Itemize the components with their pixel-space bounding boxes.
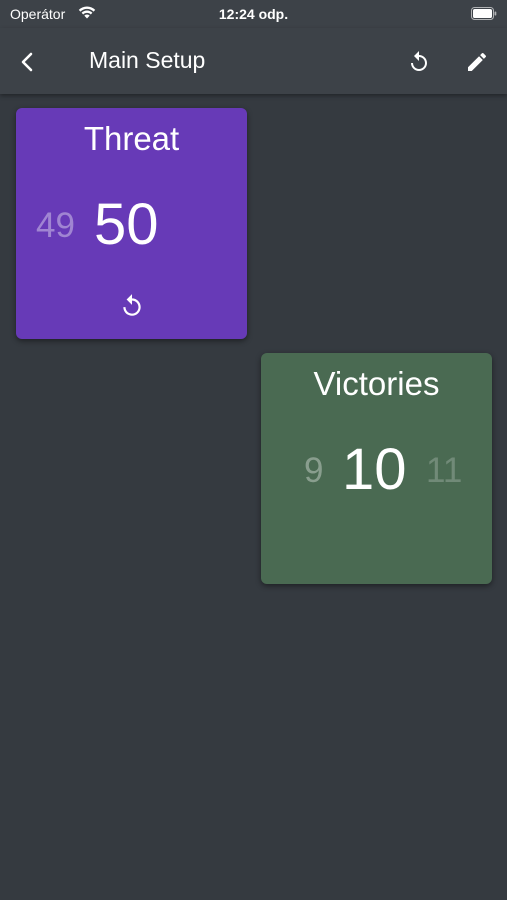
- counter-value[interactable]: 10: [342, 436, 407, 503]
- victories-counter-card: Victories 9 10 11: [261, 353, 492, 584]
- threat-counter-card: Threat 49 50: [16, 108, 247, 339]
- counter-title: Victories: [313, 365, 440, 402]
- screen: Operátor 12:24 odp. Main Setup Threat 49…: [0, 0, 507, 900]
- reset-icon: [123, 294, 141, 316]
- counter-title: Threat: [83, 120, 180, 157]
- app-bar: Main Setup: [0, 28, 507, 94]
- page-title: Main Setup: [89, 47, 206, 73]
- counter-value[interactable]: 50: [94, 191, 159, 258]
- increment-value[interactable]: 11: [426, 451, 462, 491]
- edit-button[interactable]: [459, 44, 495, 80]
- clock-label: 12:24 odp.: [218, 6, 289, 22]
- pencil-icon: [468, 52, 487, 71]
- reset-all-button[interactable]: [401, 44, 437, 80]
- decrement-value[interactable]: 49: [36, 206, 75, 246]
- decrement-value[interactable]: 9: [304, 451, 323, 491]
- battery-icon: [471, 7, 497, 20]
- reset-icon: [411, 51, 427, 71]
- status-bar: Operátor 12:24 odp.: [0, 0, 507, 28]
- counter-reset-button[interactable]: [116, 290, 148, 322]
- back-arrow-icon: [21, 52, 33, 72]
- back-button[interactable]: [10, 44, 46, 80]
